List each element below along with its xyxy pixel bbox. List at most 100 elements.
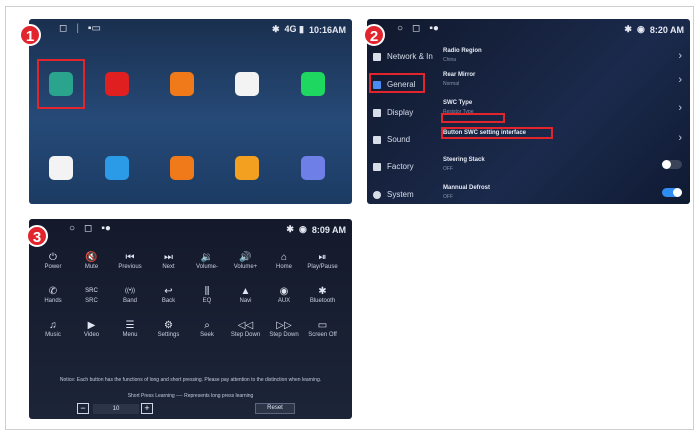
chevron-right-icon[interactable]: › <box>678 50 682 62</box>
swc-key[interactable]: ⌕ Seek <box>189 319 225 338</box>
video-icon: ▶ <box>87 320 96 331</box>
notice-text: Notice: Each button has the functions of… <box>59 377 322 383</box>
seek-icon: ⌕ <box>204 320 210 331</box>
plus-button[interactable]: + <box>141 403 153 414</box>
setting-value: Normal <box>443 81 460 87</box>
signal-icon: 4G ▮ <box>284 24 304 34</box>
toggle-switch[interactable] <box>662 160 682 169</box>
wifi-icon <box>373 52 381 61</box>
swc-key[interactable]: ⚙ Settings <box>151 319 187 338</box>
settings-icon: ⚙ <box>164 320 173 331</box>
sidebar-item[interactable]: System <box>373 190 414 199</box>
swc-key[interactable]: 🔇 Mute <box>74 251 110 270</box>
minus-button[interactable]: − <box>77 403 89 414</box>
nav-recent-icon[interactable]: ◻ <box>59 23 67 34</box>
display-icon <box>373 108 381 117</box>
bluetooth-status-icon: ✱ <box>271 24 280 34</box>
notes-icon[interactable] <box>235 156 259 180</box>
screen-off-icon: ▭ <box>317 320 328 331</box>
notification-icon: ▪● <box>429 23 439 34</box>
nav-recent-icon[interactable]: ◻ <box>84 223 92 234</box>
src-icon: SRC <box>85 288 98 294</box>
setting-title[interactable]: Rear Mirror <box>443 72 475 78</box>
swc-key[interactable]: ▷▷ Step Down <box>266 319 302 338</box>
swc-key[interactable]: ▲ Navi <box>228 285 264 304</box>
setting-title[interactable]: SWC Type <box>443 100 472 106</box>
google-icon[interactable] <box>49 156 73 180</box>
swc-key[interactable]: ↩ Back <box>151 285 187 304</box>
swc-key-label: Previous <box>118 264 142 270</box>
sidebar-item[interactable]: Display <box>373 108 413 117</box>
swc-key[interactable]: 🔊 Volume+ <box>228 251 264 270</box>
gallery-icon[interactable] <box>301 156 325 180</box>
swc-key-label: Mute <box>84 264 99 270</box>
swc-key[interactable]: ◁◁ Step Down <box>228 319 264 338</box>
swc-key[interactable]: ☰ Menu <box>112 319 148 338</box>
step-badge-2: 2 <box>363 24 385 46</box>
legend-text: Short Press Learning ---- Represents lon… <box>127 393 254 399</box>
setting-title[interactable]: Mannual Defrost <box>443 185 490 191</box>
swc-key-label: Step Down <box>230 332 261 338</box>
status-bar: ○ ◻ ▪● ✱ ◉ 8:20 AM <box>367 19 690 39</box>
swc-key[interactable]: ⏮ Previous <box>112 251 148 270</box>
highlight-general <box>369 73 425 93</box>
bluetooth-status-icon: ✱ <box>624 24 632 34</box>
files-icon[interactable] <box>105 156 129 180</box>
swc-key-label: SRC <box>85 298 98 304</box>
screen-swc-learning: ○ ◻ ▪● ✱ ◉ 8:09 AM ⏻ Power 🔇 Mute ⏮ Previous ⏭… <box>29 219 352 419</box>
reset-button[interactable]: Reset <box>255 403 295 414</box>
swc-key[interactable]: ⫼ EQ <box>189 285 225 304</box>
swc-key[interactable]: ◉ AUX <box>266 285 302 304</box>
nav-home-icon[interactable]: ○ <box>69 223 75 234</box>
sidebar-item[interactable]: Network & In <box>373 52 433 61</box>
band-icon: ((•)) <box>124 288 136 294</box>
nav-recent-icon[interactable]: ◻ <box>412 23 420 34</box>
sidebar-item[interactable]: Factory <box>373 162 414 171</box>
toggle-switch[interactable] <box>662 188 682 197</box>
swc-key[interactable]: ✆ Hands <box>35 285 71 304</box>
swc-key[interactable]: ▭ Screen Off <box>305 319 341 338</box>
equalizer-icon[interactable] <box>170 72 194 96</box>
swc-key-label: Home <box>275 264 292 270</box>
nav-home-icon[interactable]: ○ <box>397 23 403 34</box>
setting-value: China <box>443 57 457 63</box>
chevron-right-icon[interactable]: › <box>678 102 682 114</box>
swc-key[interactable]: ✱ Bluetooth <box>305 285 341 304</box>
chevron-right-icon[interactable]: › <box>678 74 682 86</box>
swc-key[interactable]: ⏻ Power <box>35 251 71 270</box>
next-icon: ⏭ <box>164 252 173 263</box>
swc-key-label: Play/Pause <box>307 264 338 270</box>
swc-key[interactable]: ⏭ Next <box>151 251 187 270</box>
swc-key[interactable]: SRC SRC <box>74 285 110 304</box>
previous-icon: ⏮ <box>125 252 135 263</box>
step-down-icon: ◁◁ <box>237 320 254 331</box>
highlight-button-swc <box>441 127 553 139</box>
music-eq-icon[interactable] <box>170 156 194 180</box>
swc-key-label: Back <box>161 298 176 304</box>
sidebar-item[interactable]: Sound <box>373 135 410 144</box>
step-up-icon: ▷▷ <box>276 320 292 331</box>
swc-key[interactable]: ▶ Video <box>74 319 110 338</box>
chevron-right-icon[interactable]: › <box>678 132 682 144</box>
swc-key-label: AUX <box>277 298 291 304</box>
location-icon: ◉ <box>298 224 307 234</box>
youtube-icon[interactable] <box>105 72 129 96</box>
spotify-icon[interactable] <box>301 72 325 96</box>
swc-key[interactable]: 🔉 Volume- <box>189 251 225 270</box>
setting-title[interactable]: Steering Stack <box>443 157 485 163</box>
swc-key[interactable]: ⏯ Play/Pause <box>305 251 341 270</box>
status-time: 8:09 AM <box>311 224 346 235</box>
swc-key[interactable]: ♫ Music <box>35 319 71 338</box>
setting-title[interactable]: Radio Region <box>443 48 482 54</box>
photos-icon[interactable] <box>235 72 259 96</box>
swc-key-label: Navi <box>239 298 252 304</box>
swc-key[interactable]: ⌂ Home <box>266 251 302 270</box>
home-icon: ⌂ <box>280 252 288 263</box>
swc-key-label: Settings <box>157 332 180 338</box>
info-icon <box>373 190 381 199</box>
swc-key[interactable]: ((•)) Band <box>112 285 148 304</box>
sidebar-item-label: Sound <box>387 135 411 144</box>
volume-down-icon: 🔉 <box>200 252 214 263</box>
menu-icon: ☰ <box>125 320 135 331</box>
bluetooth-status-icon: ✱ <box>286 224 294 234</box>
